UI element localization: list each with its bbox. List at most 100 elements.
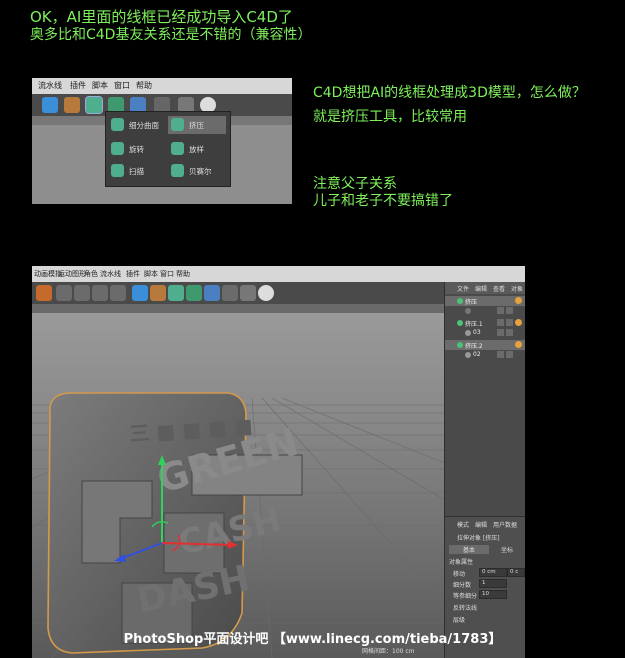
- menu-item[interactable]: 插件: [126, 269, 140, 279]
- tag-icon[interactable]: [515, 297, 522, 304]
- popup-item-subdivision[interactable]: 细分曲面: [108, 116, 166, 134]
- note-parent-child: 注意父子关系: [313, 176, 397, 192]
- menu-item[interactable]: 流水线: [38, 80, 62, 91]
- visibility-toggle[interactable]: [497, 329, 504, 336]
- pen-icon[interactable]: [64, 97, 80, 113]
- popup-label: 放样: [189, 145, 204, 154]
- tab-edit[interactable]: 编辑: [475, 520, 487, 529]
- pen-icon[interactable]: [150, 285, 166, 301]
- tab-edit[interactable]: 编辑: [475, 284, 487, 293]
- tab-mode[interactable]: 模式: [457, 520, 469, 529]
- visibility-toggle[interactable]: [497, 351, 504, 358]
- visibility-toggle[interactable]: [497, 307, 504, 314]
- tag-icon[interactable]: [515, 319, 522, 326]
- object-row[interactable]: 挤压: [445, 296, 525, 306]
- cube-icon[interactable]: [42, 97, 58, 113]
- nurbs-icon[interactable]: [168, 285, 184, 301]
- popup-label: 细分曲面: [129, 121, 159, 130]
- menu-bar: 流水线 插件 脚本 窗口 帮助: [32, 78, 292, 94]
- camera-icon[interactable]: [240, 285, 256, 301]
- enable-check[interactable]: [506, 319, 513, 326]
- object-name: 03: [473, 329, 481, 336]
- clapper-icon[interactable]: [74, 285, 90, 301]
- enable-check[interactable]: [506, 351, 513, 358]
- menu-item[interactable]: 插件: [70, 80, 86, 91]
- nurbs-icon[interactable]: [85, 96, 103, 114]
- popup-item-bezier[interactable]: 贝赛尔: [168, 162, 226, 180]
- popup-item-sweep[interactable]: 扫描: [108, 162, 166, 180]
- tab-file[interactable]: 文件: [457, 284, 469, 293]
- tab-basic[interactable]: 基本: [449, 545, 489, 554]
- extrude-icon: [171, 118, 184, 131]
- subdivision-icon: [111, 118, 124, 131]
- spline-icon: [465, 330, 471, 336]
- popup-item-lathe[interactable]: 旋转: [108, 140, 166, 158]
- subdivision-field[interactable]: 1: [479, 579, 507, 588]
- move-field-2[interactable]: 0 c: [507, 568, 525, 577]
- menu-item[interactable]: 脚本: [144, 269, 158, 279]
- menu-item[interactable]: 窗口: [160, 269, 174, 279]
- object-row[interactable]: 02: [445, 350, 525, 360]
- cube-icon[interactable]: [132, 285, 148, 301]
- popup-item-loft[interactable]: 放样: [168, 140, 226, 158]
- object-row[interactable]: 挤压.2: [445, 340, 525, 350]
- move-field[interactable]: 0 cm: [479, 568, 507, 577]
- array-icon[interactable]: [186, 285, 202, 301]
- 3d-viewport[interactable]: 三 ■ ■ ■ ■ GREEN CASH DASH 网格间距：100 cm: [32, 313, 444, 658]
- popup-label: 扫描: [129, 167, 144, 176]
- extrude-icon: [457, 342, 463, 348]
- scene-icon[interactable]: [222, 285, 238, 301]
- render-icon[interactable]: [110, 285, 126, 301]
- visibility-toggle[interactable]: [497, 297, 504, 304]
- object-name: 挤压: [465, 299, 478, 306]
- spline-icon: [465, 308, 471, 314]
- note-question: C4D想把AI的线框处理成3D模型，怎么做？: [313, 85, 586, 101]
- viewport-bar: [32, 304, 444, 313]
- menu-item[interactable]: 帮助: [176, 269, 190, 279]
- visibility-toggle[interactable]: [497, 341, 504, 348]
- clapper-icon[interactable]: [56, 285, 72, 301]
- attr-object-name: 拉伸对象 [挤压]: [457, 535, 500, 542]
- menu-item[interactable]: 窗口: [114, 80, 130, 91]
- enable-check[interactable]: [506, 329, 513, 336]
- tab-user-data[interactable]: 用户数据: [493, 520, 517, 529]
- nurbs-popup-menu: 细分曲面 挤压 旋转 放样 扫描 贝赛尔: [105, 111, 231, 187]
- lathe-icon: [111, 142, 124, 155]
- key-icon[interactable]: [36, 285, 52, 301]
- deformer-icon[interactable]: [204, 285, 220, 301]
- extrude-icon: [457, 298, 463, 304]
- popup-item-extrude[interactable]: 挤压: [168, 116, 226, 134]
- enable-check[interactable]: [506, 341, 513, 348]
- visibility-toggle[interactable]: [497, 319, 504, 326]
- popup-label: 旋转: [129, 145, 144, 154]
- enable-check[interactable]: [506, 307, 513, 314]
- menu-item[interactable]: 帮助: [136, 80, 152, 91]
- enable-check[interactable]: [506, 297, 513, 304]
- menu-item[interactable]: 角色: [84, 269, 98, 279]
- clapper-icon[interactable]: [92, 285, 108, 301]
- grid-spacing-label: 网格间距：100 cm: [362, 647, 415, 655]
- menu-item[interactable]: 运动图形: [58, 269, 86, 279]
- object-name: 02: [473, 351, 481, 358]
- isoparm-field[interactable]: 10: [479, 590, 507, 599]
- spline-icon: [465, 352, 471, 358]
- watermark: PhotoShop平面设计吧 【www.linecg.com/tieba/178…: [123, 632, 502, 647]
- sweep-icon: [111, 164, 124, 177]
- menu-item[interactable]: 流水线: [100, 269, 121, 279]
- attr-label-isoparm: 等参细分: [453, 593, 478, 600]
- c4d-menu-screenshot: 流水线 插件 脚本 窗口 帮助 细分曲面 挤压 旋转 放样 扫描 贝赛尔: [32, 78, 292, 204]
- tab-coord[interactable]: 坐标: [491, 545, 523, 554]
- tab-object[interactable]: 对象: [511, 284, 523, 293]
- object-row[interactable]: [445, 306, 525, 316]
- menu-bar: 动画模拟 运动图形 角色 流水线 插件 脚本 窗口 帮助: [32, 266, 525, 282]
- tag-icon[interactable]: [515, 341, 522, 348]
- light-icon[interactable]: [258, 285, 274, 301]
- popup-label: 贝赛尔: [189, 167, 212, 176]
- object-row[interactable]: 03: [445, 328, 525, 338]
- attr-label-hierarchical: 层级: [453, 617, 466, 624]
- tab-view[interactable]: 查看: [493, 284, 505, 293]
- object-row[interactable]: 挤压.1: [445, 318, 525, 328]
- note-parent-child-2: 儿子和老子不要搞错了: [313, 193, 453, 209]
- object-name: 挤压.2: [465, 343, 483, 350]
- menu-item[interactable]: 脚本: [92, 80, 108, 91]
